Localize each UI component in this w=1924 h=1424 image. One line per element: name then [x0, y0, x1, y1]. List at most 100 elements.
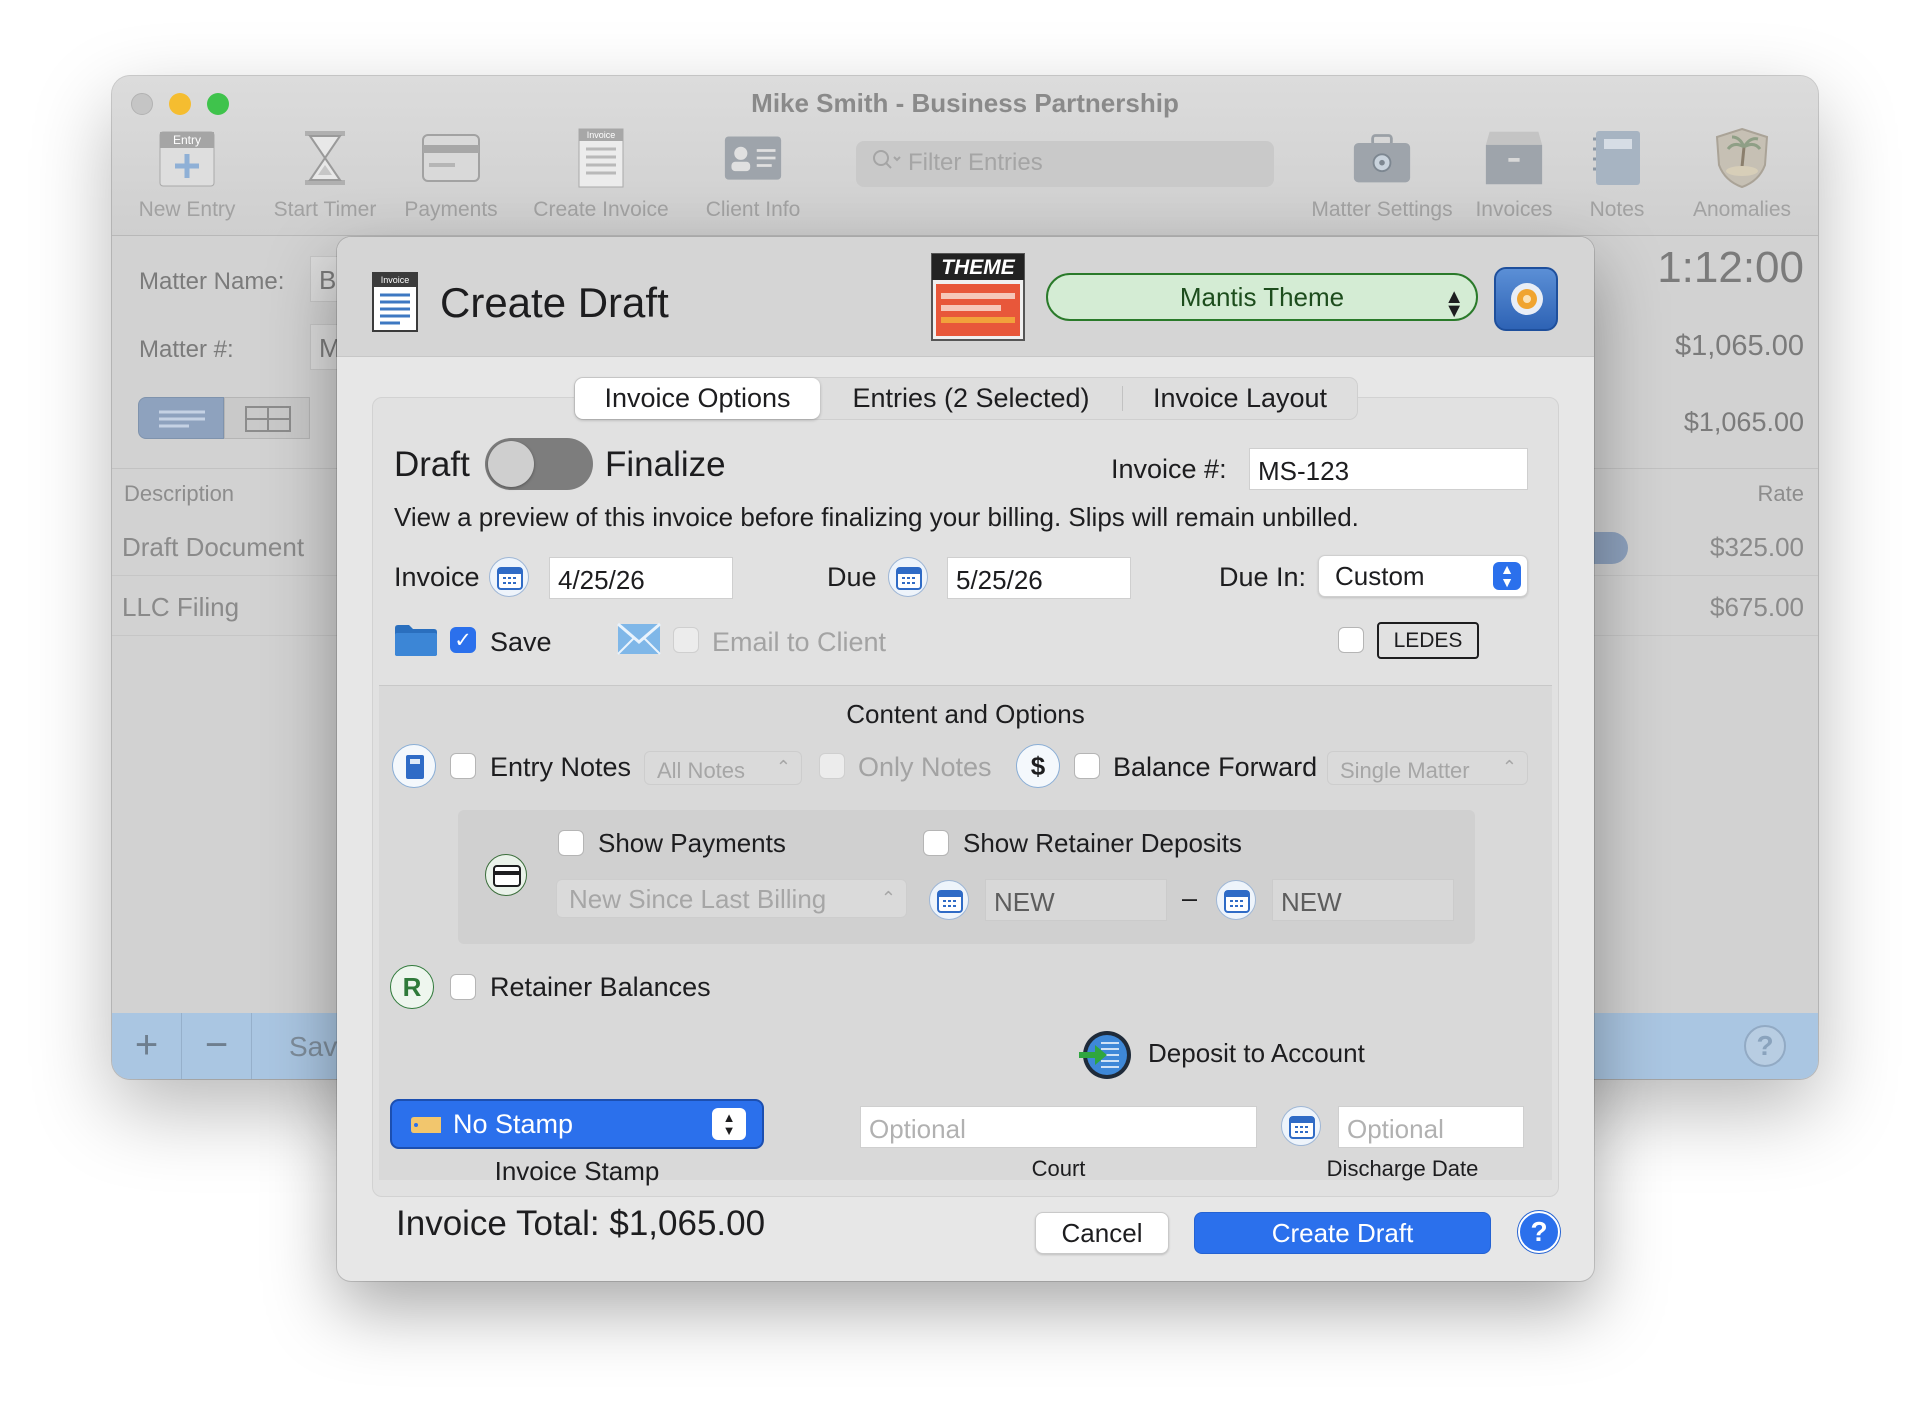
entry-notes-label: Entry Notes — [490, 752, 632, 782]
calendar-icon[interactable] — [489, 557, 529, 597]
discharge-date-field[interactable]: Optional — [1338, 1106, 1524, 1148]
briefcase-gear-icon — [1352, 128, 1412, 188]
show-payments-label: Show Payments — [598, 828, 786, 858]
row-rate: $325.00 — [1710, 532, 1804, 562]
retainer-balances-checkbox[interactable] — [450, 974, 476, 1000]
range-end-field[interactable]: NEW — [1272, 879, 1454, 921]
stamp-select-value: No Stamp — [453, 1109, 574, 1139]
invoice-number-label: Invoice #: — [1111, 454, 1227, 484]
balance-forward-checkbox[interactable] — [1074, 753, 1100, 779]
file-box-icon — [1484, 128, 1544, 188]
add-entry-button[interactable]: + — [112, 1013, 182, 1079]
deposit-account-icon — [1077, 1028, 1133, 1087]
ledes-button[interactable]: LEDES — [1377, 622, 1479, 659]
credit-card-icon — [421, 128, 481, 188]
anomalies-button[interactable]: Anomalies — [1672, 127, 1812, 222]
discharge-date-caption: Discharge Date — [1326, 1156, 1479, 1181]
retainer-icon: R — [390, 965, 434, 1009]
remove-entry-button[interactable]: − — [182, 1013, 252, 1079]
balance-forward-label: Balance Forward — [1113, 752, 1318, 782]
deposit-to-account-label: Deposit to Account — [1148, 1038, 1365, 1068]
calendar-icon[interactable] — [929, 880, 969, 920]
theme-settings-icon[interactable] — [1494, 267, 1558, 331]
toolbar-label: Payments — [404, 198, 498, 221]
save-button-partial[interactable]: Sav — [289, 1031, 337, 1063]
theme-select[interactable]: Mantis Theme ▲ ▼ — [1046, 273, 1478, 322]
due-in-select[interactable]: Custom ▲ ▼ — [1318, 555, 1528, 597]
draft-finalize-toggle[interactable] — [485, 438, 593, 490]
due-in-value: Custom — [1335, 561, 1425, 591]
create-draft-button[interactable]: Create Draft — [1194, 1212, 1491, 1254]
show-retainer-deposits-checkbox[interactable] — [923, 830, 949, 856]
toolbar-label: Notes — [1589, 198, 1645, 221]
tab-bar: Invoice Options Entries (2 Selected) Inv… — [574, 377, 1358, 420]
create-invoice-button[interactable]: Invoice Create Invoice — [526, 128, 676, 222]
calendar-icon[interactable] — [1281, 1106, 1321, 1146]
list-view-toggle[interactable] — [138, 397, 224, 439]
due-date-field[interactable]: 5/25/26 — [947, 557, 1131, 599]
tag-icon — [411, 1117, 441, 1133]
select-arrows-icon: ⌃ — [775, 757, 791, 777]
hourglass-icon — [295, 128, 355, 188]
payment-card-icon — [485, 854, 527, 896]
invoice-icon: Invoice — [571, 128, 631, 188]
payments-button[interactable]: Payments — [376, 128, 526, 222]
discharge-placeholder: Optional — [1347, 1114, 1444, 1144]
tab-invoice-layout[interactable]: Invoice Layout — [1123, 378, 1357, 419]
billing-period-select[interactable]: New Since Last Billing ⌃ — [556, 879, 907, 918]
svg-text:THEME: THEME — [941, 256, 1015, 279]
entry-notes-checkbox[interactable] — [450, 753, 476, 779]
tab-entries[interactable]: Entries (2 Selected) — [820, 385, 1123, 412]
matter-scope-select[interactable]: Single Matter ⌃ — [1327, 751, 1528, 785]
range-separator: – — [1182, 883, 1198, 913]
court-field[interactable]: Optional — [860, 1106, 1257, 1148]
matter-settings-button[interactable]: Matter Settings — [1297, 128, 1467, 222]
column-header-rate: Rate — [1757, 481, 1804, 506]
new-entry-button[interactable]: Entry New Entry — [112, 128, 262, 222]
invoice-number-field[interactable]: MS-123 — [1249, 448, 1528, 490]
filter-entries-input[interactable]: Filter Entries — [856, 141, 1274, 187]
client-info-button[interactable]: Client Info — [678, 128, 828, 222]
notes-select[interactable]: All Notes ⌃ — [644, 751, 802, 785]
select-arrows-icon: ▲ ▼ — [1493, 562, 1521, 590]
search-icon — [872, 149, 902, 178]
calendar-icon[interactable] — [1216, 880, 1256, 920]
ledes-checkbox[interactable] — [1338, 627, 1364, 653]
cancel-button[interactable]: Cancel — [1035, 1212, 1169, 1254]
help-button-bg[interactable]: ? — [1744, 1025, 1786, 1067]
show-retainer-deposits-label: Show Retainer Deposits — [963, 828, 1242, 858]
save-checkbox[interactable]: ✓ — [450, 627, 476, 653]
only-notes-checkbox[interactable] — [819, 753, 845, 779]
window-titlebar: Mike Smith - Business Partnership Entry … — [112, 76, 1818, 236]
show-payments-checkbox[interactable] — [558, 830, 584, 856]
island-shield-icon — [1712, 127, 1772, 189]
list-icon — [159, 410, 205, 428]
range-start-field[interactable]: NEW — [985, 879, 1167, 921]
help-button[interactable]: ? — [1518, 1211, 1560, 1253]
mail-icon — [617, 622, 661, 660]
toolbar-label: Client Info — [705, 198, 801, 221]
svg-text:Invoice: Invoice — [587, 130, 616, 140]
invoice-date-label: Invoice — [394, 562, 480, 592]
theme-select-value: Mantis Theme — [1179, 282, 1345, 312]
toolbar-label: New Entry — [138, 198, 236, 221]
select-arrows-icon: ▲ ▼ — [712, 1108, 746, 1140]
create-draft-sheet: Invoice Create Draft THEME Mantis Theme … — [337, 237, 1594, 1281]
grid-view-toggle[interactable] — [224, 397, 310, 439]
dollar-icon: $ — [1016, 744, 1060, 788]
invoices-button[interactable]: Invoices — [1444, 128, 1584, 222]
email-client-checkbox[interactable] — [673, 627, 699, 653]
theme-icon[interactable]: THEME — [931, 253, 1025, 346]
matter-number-label: Matter #: — [139, 336, 234, 363]
column-header-description: Description — [124, 481, 235, 506]
invoice-stamp-select[interactable]: No Stamp ▲ ▼ — [390, 1099, 764, 1149]
billing-period-value: New Since Last Billing — [569, 884, 827, 914]
tab-invoice-options[interactable]: Invoice Options — [575, 378, 820, 419]
notes-button[interactable]: Notes — [1567, 128, 1667, 222]
finalize-label: Finalize — [605, 445, 726, 484]
court-caption: Court — [1031, 1156, 1086, 1181]
invoice-date-field[interactable]: 4/25/26 — [549, 557, 733, 599]
due-in-label: Due In: — [1219, 562, 1307, 592]
calendar-icon[interactable] — [888, 557, 928, 597]
select-arrows-icon: ⌃ — [880, 888, 896, 908]
